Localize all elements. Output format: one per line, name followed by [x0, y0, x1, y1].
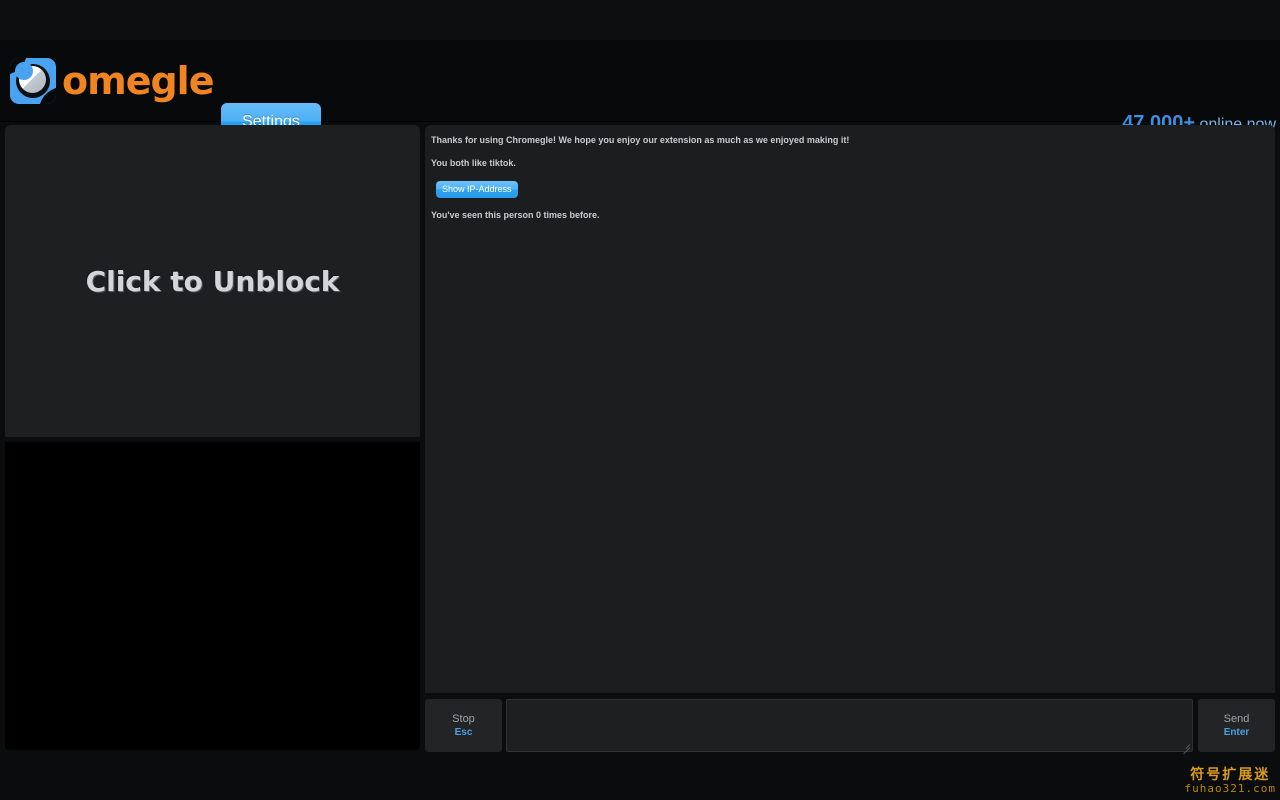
message-input[interactable]: [506, 699, 1193, 752]
send-button-shortcut: Enter: [1223, 726, 1250, 738]
site-header: omegle Settings 47,000+ online now: [0, 40, 1280, 140]
watermark-chinese-text: 符号扩展迷: [1190, 767, 1271, 784]
chat-log: Thanks for using Chromegle! We hope you …: [425, 125, 1275, 693]
brand[interactable]: omegle: [10, 58, 214, 104]
chat-message: You both like tiktok.: [431, 158, 516, 168]
logo-notch: [15, 62, 33, 80]
omegle-page: omegle Settings 47,000+ online now Click…: [0, 0, 1280, 800]
watermark: 符号扩展迷 fuhao321.com: [1185, 767, 1276, 796]
stop-button[interactable]: Stop Esc: [425, 699, 502, 752]
brand-wordmark: omegle: [62, 59, 214, 103]
send-button[interactable]: Send Enter: [1198, 699, 1275, 752]
watermark-url: fuhao321.com: [1184, 782, 1276, 796]
browser-top-strip: [0, 0, 1280, 40]
click-to-unblock-label: Click to Unblock: [85, 264, 340, 298]
show-ip-address-button[interactable]: Show IP-Address: [436, 181, 518, 198]
local-video-panel[interactable]: [5, 442, 420, 750]
remote-video-panel[interactable]: Click to Unblock: [5, 125, 420, 437]
stop-button-shortcut: Esc: [454, 726, 473, 738]
chat-message: Thanks for using Chromegle! We hope you …: [431, 135, 850, 145]
stop-button-label: Stop: [452, 712, 475, 725]
omegle-logo-icon: [10, 58, 56, 104]
seen-before-message: You've seen this person 0 times before.: [431, 210, 600, 220]
send-button-label: Send: [1223, 712, 1250, 725]
